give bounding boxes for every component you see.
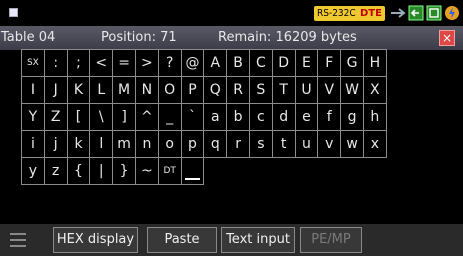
key-3-2[interactable]: k — [66, 130, 91, 158]
title-bar: Table 04 Position: 71 Remain: 16209 byte… — [0, 26, 463, 50]
key-1-10[interactable]: S — [248, 76, 273, 104]
key-2-1[interactable]: Z — [43, 103, 68, 131]
key-4-0[interactable]: y — [21, 157, 45, 185]
keyboard-row: Y Z[\] ^ _ ` a b c d e f g h — [21, 103, 387, 131]
key-2-13[interactable]: f — [317, 103, 342, 131]
key-0-7[interactable]: @ — [180, 49, 205, 77]
signal-icon — [391, 8, 406, 18]
keyboard-row: IJKLMNOPQRSTUVWX — [21, 76, 387, 104]
key-0-3[interactable]: < — [89, 49, 114, 77]
key-2-8[interactable]: a — [203, 103, 228, 131]
character-keyboard: SX:; < = >? @ A B C D E F G H I J K L M N O P Q R S T U V W X Y Z[\] ^ _… — [21, 49, 387, 185]
key-3-14[interactable]: w — [340, 130, 364, 158]
status-bar: RS-232C DTE — [0, 0, 463, 26]
key-3-3[interactable]: l — [89, 130, 114, 158]
key-0-2[interactable]: ; — [66, 49, 91, 77]
key-1-0[interactable]: I — [21, 76, 45, 104]
menu-icon[interactable] — [10, 233, 26, 247]
storage-icon — [426, 5, 442, 21]
key-4-2[interactable]: { — [66, 157, 91, 185]
key-1-7[interactable]: P — [180, 76, 205, 104]
bottom-toolbar: HEX display Paste Text input PE/MP — [0, 224, 463, 256]
key-1-2[interactable]: K — [66, 76, 91, 104]
key-1-9[interactable]: R — [226, 76, 250, 104]
key-0-9[interactable]: B — [226, 49, 250, 77]
key-0-5[interactable]: > — [134, 49, 159, 77]
key-2-14[interactable]: g — [340, 103, 364, 131]
key-4-4[interactable]: } — [112, 157, 136, 185]
key-3-6[interactable]: o — [157, 130, 182, 158]
key-2-4[interactable]: ] — [112, 103, 136, 131]
position-label: Position: 71 — [101, 30, 177, 45]
key-2-6[interactable]: _ — [157, 103, 182, 131]
key-1-4[interactable]: M — [112, 76, 136, 104]
key-1-14[interactable]: W — [340, 76, 364, 104]
paste-button[interactable]: Paste — [147, 227, 217, 253]
key-2-9[interactable]: b — [226, 103, 250, 131]
keyboard-row: y z{|} ~ DT — [21, 157, 387, 185]
key-2-11[interactable]: d — [271, 103, 296, 131]
key-0-11[interactable]: D — [271, 49, 296, 77]
text-input-button[interactable]: Text input — [221, 227, 295, 253]
key-2-0[interactable]: Y — [21, 103, 45, 131]
table-label: Table 04 — [1, 30, 56, 45]
remain-label: Remain: 16209 bytes — [218, 30, 357, 45]
key-cursor[interactable] — [180, 157, 205, 185]
key-4-6[interactable]: DT — [157, 157, 182, 185]
close-button[interactable]: × — [439, 30, 455, 46]
key-2-3[interactable]: \ — [89, 103, 114, 131]
key-3-10[interactable]: s — [248, 130, 273, 158]
key-2-5[interactable]: ^ — [134, 103, 159, 131]
key-2-12[interactable]: e — [294, 103, 319, 131]
key-1-3[interactable]: L — [89, 76, 114, 104]
key-0-15[interactable]: H — [362, 49, 387, 77]
key-4-3[interactable]: | — [89, 157, 114, 185]
key-2-2[interactable]: [ — [66, 103, 91, 131]
key-0-12[interactable]: E — [294, 49, 319, 77]
mode-badge: DTE — [357, 6, 385, 21]
key-3-5[interactable]: n — [134, 130, 159, 158]
pe-mp-button[interactable]: PE/MP — [300, 227, 362, 253]
key-0-0[interactable]: SX — [21, 49, 45, 77]
keyboard-row: ijklmnopqrstuvwx — [21, 130, 387, 158]
key-1-1[interactable]: J — [43, 76, 68, 104]
key-3-15[interactable]: x — [362, 130, 387, 158]
key-1-8[interactable]: Q — [203, 76, 228, 104]
key-2-7[interactable]: ` — [180, 103, 205, 131]
key-3-7[interactable]: p — [180, 130, 205, 158]
key-1-6[interactable]: O — [157, 76, 182, 104]
key-3-12[interactable]: u — [294, 130, 319, 158]
key-3-1[interactable]: j — [43, 130, 68, 158]
key-0-8[interactable]: A — [203, 49, 228, 77]
key-2-10[interactable]: c — [248, 103, 273, 131]
window-icon — [9, 8, 18, 17]
key-0-4[interactable]: = — [112, 49, 136, 77]
key-0-1[interactable]: : — [43, 49, 68, 77]
key-0-6[interactable]: ? — [157, 49, 182, 77]
key-3-0[interactable]: i — [21, 130, 45, 158]
key-4-1[interactable]: z — [43, 157, 68, 185]
key-3-4[interactable]: m — [112, 130, 136, 158]
key-0-13[interactable]: F — [317, 49, 342, 77]
key-1-5[interactable]: N — [134, 76, 159, 104]
keyboard-row: SX:; < = >? @ A B C D E F G H — [21, 49, 387, 77]
connection-icon — [408, 5, 424, 21]
key-4-5[interactable]: ~ — [134, 157, 159, 185]
key-3-11[interactable]: t — [271, 130, 296, 158]
key-1-15[interactable]: X — [362, 76, 387, 104]
hex-display-button[interactable]: HEX display — [53, 227, 138, 253]
key-1-11[interactable]: T — [271, 76, 296, 104]
port-badge: RS-232C — [314, 6, 359, 21]
power-icon — [445, 6, 459, 20]
key-1-12[interactable]: U — [294, 76, 319, 104]
key-2-15[interactable]: h — [362, 103, 387, 131]
key-3-13[interactable]: v — [317, 130, 342, 158]
key-0-10[interactable]: C — [248, 49, 273, 77]
key-3-8[interactable]: q — [203, 130, 228, 158]
key-1-13[interactable]: V — [317, 76, 342, 104]
key-3-9[interactable]: r — [226, 130, 250, 158]
key-0-14[interactable]: G — [340, 49, 364, 77]
